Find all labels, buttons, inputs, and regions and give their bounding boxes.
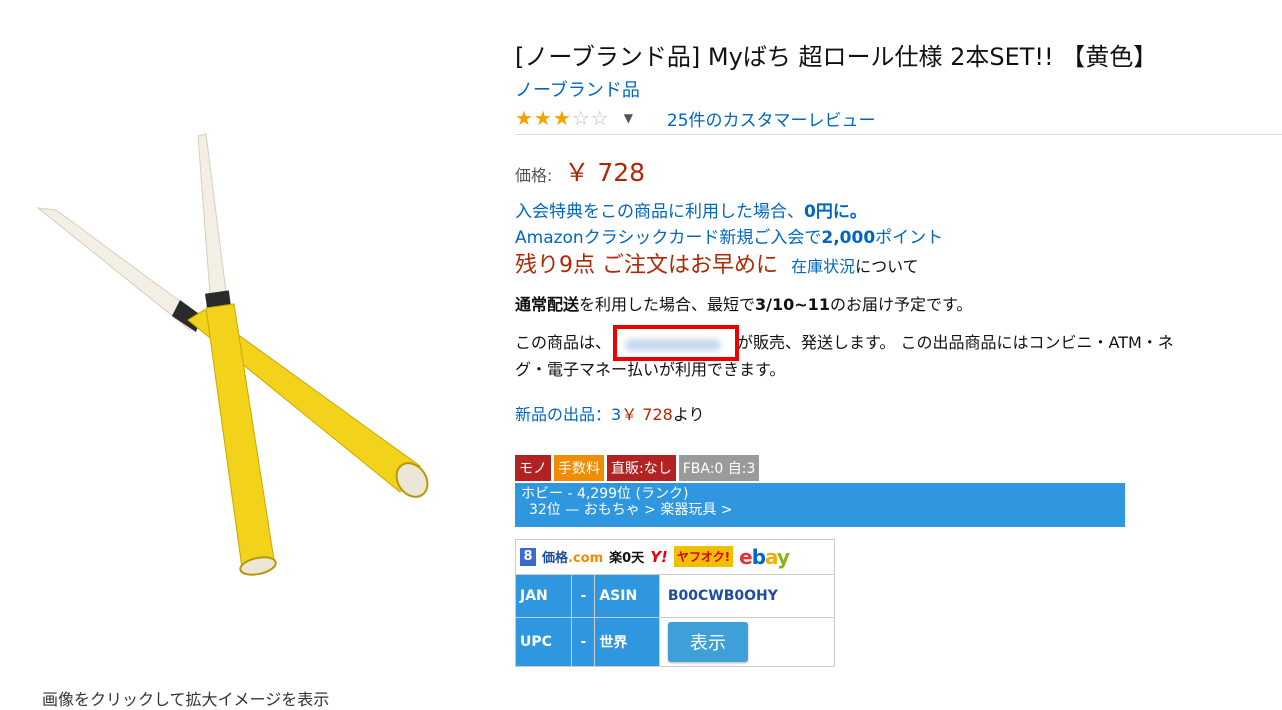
ebay-logo[interactable]: ebay [739, 545, 790, 569]
jan-value: - [571, 573, 596, 618]
ranking-line-1: ホビー - 4,299位 (ランク) [521, 485, 689, 502]
stock-suffix: について [855, 257, 919, 276]
price-label: 価格: [515, 166, 553, 185]
asin-label: ASIN [594, 573, 660, 618]
kakaku-logo[interactable]: 価格.com [542, 547, 603, 566]
ranking-bar[interactable]: ホビー - 4,299位 (ランク) 32位 — おもちゃ > 楽器玩具 > [515, 482, 1125, 527]
yahoo-logo[interactable]: Y! [650, 548, 668, 566]
google-icon[interactable]: 8 [520, 547, 536, 566]
new-offers-link[interactable]: 新品の出品：3￥ 728より [515, 401, 1282, 425]
upc-label: UPC [514, 616, 573, 667]
asin-value[interactable]: B00CWB0OHY [658, 573, 836, 618]
tools-table: 8 価格.com 楽0天 Y! ヤフオク! ebay JAN - ASIN B0… [514, 538, 836, 667]
star-filled-icon: ★ [515, 106, 534, 130]
product-detail-panel: [ノーブランド品] Myばち 超ロール仕様 2本SET!! 【黄色】 ノーブラン… [514, 40, 1282, 667]
customer-reviews-link[interactable]: 25件のカスタマーレビュー [667, 106, 876, 131]
tag-row: モノ 手数料 直販:なし FBA:0 自:3 [515, 454, 1282, 481]
tag-mono[interactable]: モノ [515, 454, 551, 481]
promo-block: 入会特典をこの商品に利用した場合、0円に。 Amazonクラシックカード新規ご入… [515, 199, 1282, 282]
stock-warning: 残り9点 ご注文はお早めに [515, 253, 778, 278]
product-title: [ノーブランド品] Myばち 超ロール仕様 2本SET!! 【黄色】 [515, 43, 1158, 71]
seller-info: この商品は、 が販売、発送します。 この出品商品にはコンビニ・ATM・ネ グ・電子… [515, 324, 1282, 383]
brand-link[interactable]: ノーブランド品 [515, 78, 1282, 104]
tag-fee[interactable]: 手数料 [554, 454, 604, 481]
rakuten-logo[interactable]: 楽0天 [609, 547, 644, 566]
show-button[interactable]: 表示 [667, 621, 748, 662]
logos-cell: 8 価格.com 楽0天 Y! ヤフオク! ebay [515, 538, 835, 575]
ranking-line-2: 32位 — おもちゃ > 楽器玩具 > [529, 501, 733, 518]
tag-fba: FBA:0 自:3 [678, 454, 760, 481]
star-rating[interactable]: ★★★☆☆ [515, 106, 610, 130]
divider [515, 134, 1282, 135]
seller-name-redacted[interactable] [613, 324, 740, 361]
promo-line-2[interactable]: Amazonクラシックカード新規ご入会で2,000ポイント [515, 225, 1282, 251]
caret-down-icon[interactable]: ▼ [624, 111, 633, 125]
stock-status-link[interactable]: 在庫状況 [791, 257, 855, 276]
highlight-box [613, 324, 740, 361]
upc-value: - [571, 616, 596, 667]
promo-line-1[interactable]: 入会特典をこの商品に利用した場合、0円に。 [515, 199, 1282, 225]
world-label: 世界 [594, 616, 660, 667]
rating-row: ★★★☆☆ ▼ 25件のカスタマーレビュー [515, 106, 1282, 131]
yafuoku-logo[interactable]: ヤフオク! [673, 546, 734, 567]
stock-row: 残り9点 ご注文はお早めに 在庫状況について [515, 251, 1282, 282]
star-filled-icon: ★ [533, 106, 553, 130]
star-empty-icon: ☆ [571, 106, 591, 130]
product-image[interactable] [20, 120, 460, 600]
image-zoom-caption[interactable]: 画像をクリックして拡大イメージを表示 [42, 686, 329, 710]
star-filled-icon: ★ [552, 106, 572, 130]
star-empty-icon: ☆ [590, 106, 610, 130]
external-links: 8 価格.com 楽0天 Y! ヤフオク! ebay [520, 540, 830, 574]
price-value: ￥ 728 [564, 158, 646, 187]
delivery-estimate: 通常配送を利用した場合、最短で3/10~11のお届け予定です。 [515, 295, 973, 314]
show-button-cell: 表示 [658, 616, 836, 667]
tag-direct-sale: 直販:なし [607, 454, 676, 481]
price-row: 価格: ￥ 728 [515, 153, 1282, 189]
jan-label: JAN [514, 573, 573, 618]
